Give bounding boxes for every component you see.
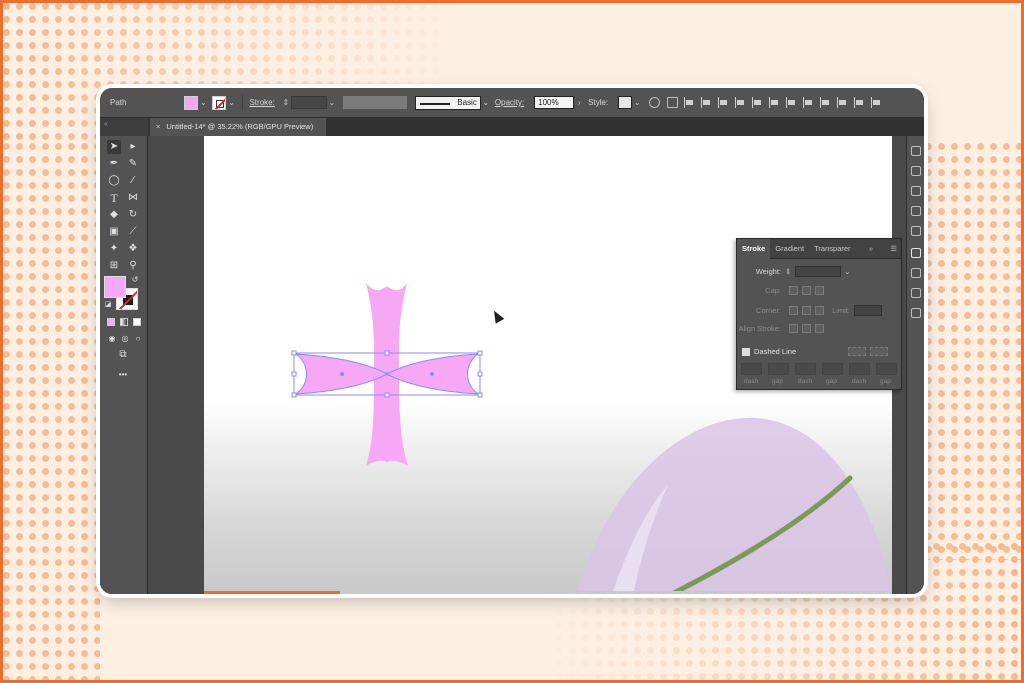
gap-label: gap xyxy=(880,378,891,385)
dash-label: dash xyxy=(852,378,867,385)
fill-color-box[interactable] xyxy=(104,276,126,298)
tab-transparency[interactable]: Transparer xyxy=(809,239,855,259)
panel-menu-icon[interactable]: ☰ xyxy=(890,244,901,253)
projecting-cap-icon[interactable] xyxy=(815,286,824,295)
dash-2-input[interactable] xyxy=(795,363,816,375)
miter-join-icon[interactable] xyxy=(789,306,798,315)
chevron-down-icon[interactable]: ⌄ xyxy=(844,267,850,276)
gap-3-input[interactable] xyxy=(876,363,897,375)
align-outside-stroke-icon[interactable] xyxy=(815,324,824,333)
limit-input[interactable] xyxy=(854,305,882,316)
panel-tabs: Stroke Gradient Transparer » ☰ xyxy=(737,238,901,259)
dashed-line-row: Dashed Line xyxy=(742,347,889,356)
dash-3-input[interactable] xyxy=(849,363,870,375)
align-stroke-label: Align Stroke: xyxy=(738,324,781,333)
gap-label: gap xyxy=(772,378,783,385)
limit-label: Limit: xyxy=(832,306,850,315)
cap-label: Cap: xyxy=(765,286,781,295)
stepper-icon[interactable]: ⇕ xyxy=(785,267,791,276)
panel-more-icon[interactable]: » xyxy=(869,244,877,253)
center-point-right xyxy=(430,372,434,376)
corner-row: Corner: Limit: xyxy=(737,305,882,316)
dash-align-icon[interactable] xyxy=(870,347,889,356)
weight-input[interactable] xyxy=(795,266,842,277)
stroke-panel: Stroke Gradient Transparer » ☰ Weight: ⇕… xyxy=(736,238,902,390)
gap-label: gap xyxy=(826,378,837,385)
cap-row: Cap: xyxy=(737,286,824,295)
bevel-join-icon[interactable] xyxy=(815,306,824,315)
align-center-stroke-icon[interactable] xyxy=(789,324,798,333)
dashed-line-checkbox[interactable] xyxy=(742,347,750,356)
dash-label: dash xyxy=(798,378,813,385)
weight-label: Weight: xyxy=(755,267,781,276)
butt-cap-icon[interactable] xyxy=(789,286,798,295)
anchor-point xyxy=(385,372,389,376)
align-inside-stroke-icon[interactable] xyxy=(802,324,811,333)
dash-preserve-icon[interactable] xyxy=(848,347,867,356)
center-point-left xyxy=(340,372,344,376)
dash-1-input[interactable] xyxy=(741,363,762,375)
round-join-icon[interactable] xyxy=(802,306,811,315)
corner-label: Corner: xyxy=(755,306,781,315)
dash-label: dash xyxy=(744,378,759,385)
dashed-line-label: Dashed Line xyxy=(754,347,797,356)
tab-stroke[interactable]: Stroke xyxy=(737,238,771,259)
weight-row: Weight: ⇕ ⌄ xyxy=(737,266,851,277)
gap-1-input[interactable] xyxy=(768,363,789,375)
align-stroke-row: Align Stroke: xyxy=(737,324,824,333)
round-cap-icon[interactable] xyxy=(802,286,811,295)
gap-2-input[interactable] xyxy=(822,363,843,375)
tab-gradient[interactable]: Gradient xyxy=(770,239,809,259)
